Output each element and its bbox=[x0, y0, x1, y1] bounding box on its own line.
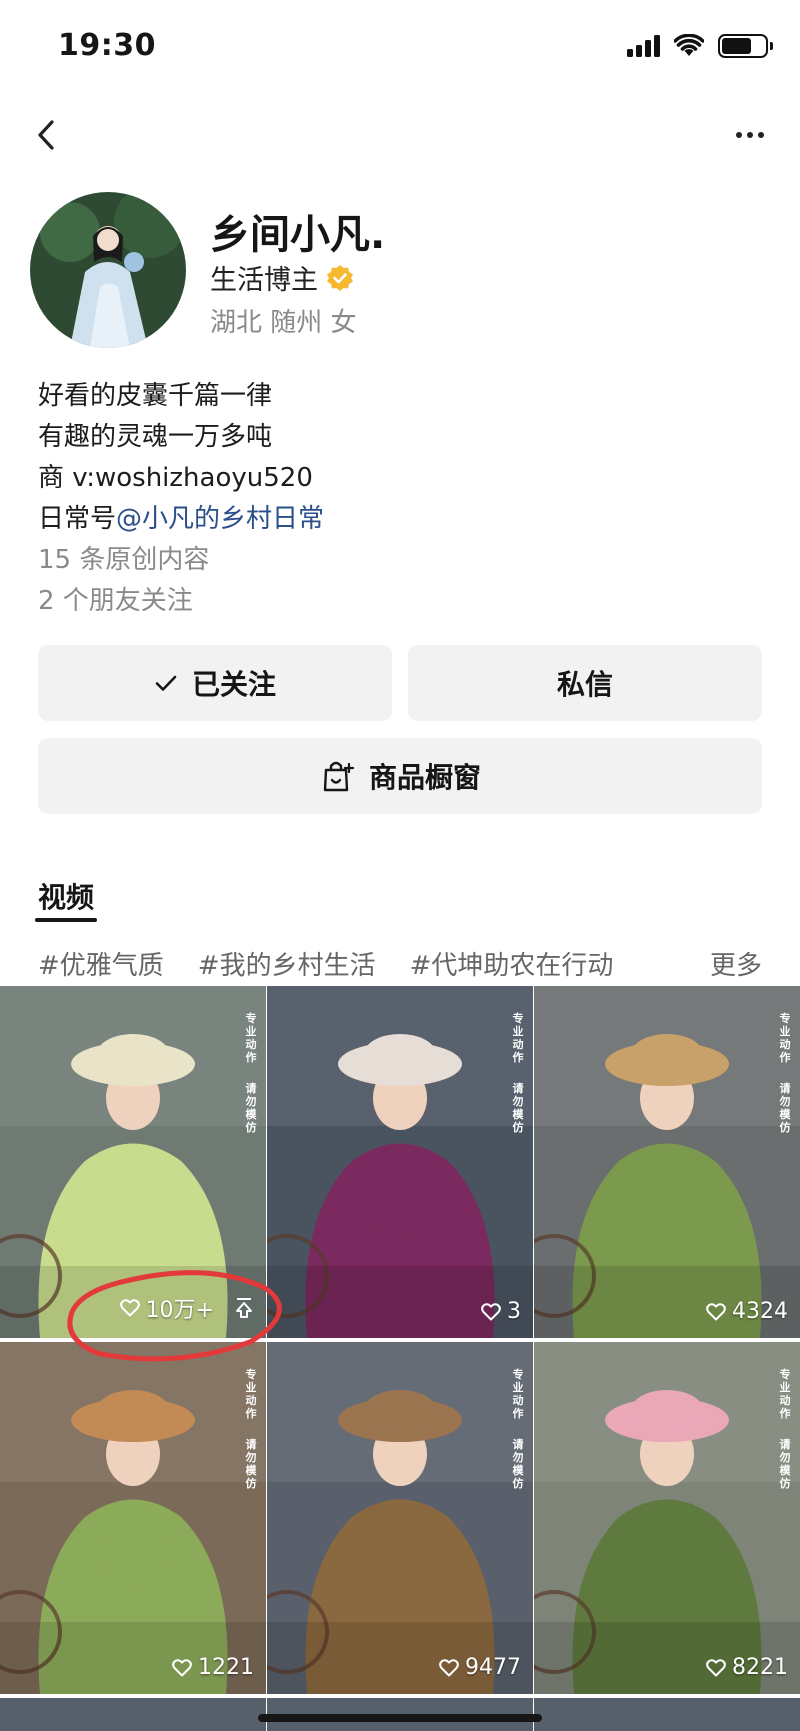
signal-icon bbox=[627, 35, 660, 57]
home-indicator bbox=[258, 1714, 542, 1722]
watermark-text: 专业动作 bbox=[245, 1012, 257, 1064]
watermark-text: 专业动作 bbox=[512, 1368, 524, 1420]
watermark-text: 专业动作 bbox=[779, 1012, 791, 1064]
wifi-icon bbox=[674, 34, 704, 56]
dot-icon bbox=[758, 132, 764, 138]
status-icons bbox=[627, 34, 773, 58]
dot-icon bbox=[747, 132, 753, 138]
bio-line: 日常号@小凡的乡村日常 bbox=[38, 499, 324, 540]
message-label: 私信 bbox=[556, 668, 613, 701]
video-cover-image bbox=[0, 1342, 266, 1694]
likes-count: 8221 bbox=[732, 1655, 788, 1680]
likes-count: 1221 bbox=[198, 1655, 254, 1680]
friends-follow-count[interactable]: 2 个朋友关注 bbox=[38, 581, 324, 622]
watermark-text: 请勿模仿 bbox=[512, 1082, 524, 1134]
bio-line: 好看的皮囊千篇一律 bbox=[38, 381, 273, 411]
original-content-count[interactable]: 15 条原创内容 bbox=[38, 540, 324, 581]
video-cover-image bbox=[267, 1342, 533, 1694]
video-cover-image bbox=[534, 1342, 800, 1694]
verified-badge-icon bbox=[327, 264, 353, 291]
video-thumbnail[interactable] bbox=[534, 1698, 800, 1731]
video-likes: 8221 bbox=[706, 1655, 788, 1680]
following-button[interactable]: 已关注 bbox=[38, 645, 392, 721]
watermark-text: 专业动作 bbox=[245, 1368, 257, 1420]
following-label: 已关注 bbox=[191, 668, 276, 701]
watermark-text: 请勿模仿 bbox=[512, 1438, 524, 1490]
video-thumbnail[interactable]: 专业动作请勿模仿 10万+ bbox=[0, 986, 266, 1338]
tab-active-indicator bbox=[35, 918, 97, 922]
product-showcase-button[interactable]: 商品橱窗 bbox=[38, 738, 762, 814]
shopping-bag-icon bbox=[323, 761, 355, 792]
message-button[interactable]: 私信 bbox=[408, 645, 762, 721]
watermark-text: 请勿模仿 bbox=[779, 1082, 791, 1134]
video-thumbnail[interactable]: 专业动作请勿模仿 9477 bbox=[267, 1342, 533, 1694]
profile-bio: 好看的皮囊千篇一律 有趣的灵魂一万多吨 商 v:woshizhaoyu520 日… bbox=[38, 376, 324, 622]
pin-top-icon bbox=[236, 1298, 252, 1318]
blogger-verification: 生活博主 bbox=[210, 258, 354, 297]
watermark-text: 专业动作 bbox=[512, 1012, 524, 1064]
heart-icon bbox=[481, 1302, 501, 1320]
profile-name: 乡间小凡. bbox=[210, 212, 386, 258]
heart-icon bbox=[706, 1302, 726, 1320]
product-showcase-label: 商品橱窗 bbox=[368, 761, 481, 794]
watermark-text: 专业动作 bbox=[779, 1368, 791, 1420]
bio-line: 商 v:woshizhaoyu520 bbox=[38, 463, 313, 493]
chevron-left-icon bbox=[38, 120, 54, 150]
avatar-image bbox=[30, 192, 186, 348]
more-options-button[interactable] bbox=[730, 120, 770, 150]
dot-icon bbox=[736, 132, 742, 138]
video-thumbnail[interactable]: 专业动作请勿模仿 3 bbox=[267, 986, 533, 1338]
video-cover-image bbox=[267, 986, 533, 1338]
video-likes: 4324 bbox=[706, 1299, 788, 1324]
likes-count: 4324 bbox=[732, 1299, 788, 1324]
watermark-text: 请勿模仿 bbox=[245, 1438, 257, 1490]
video-likes: 1221 bbox=[172, 1655, 254, 1680]
topic-tag[interactable]: #代坤助农在行动 bbox=[410, 945, 614, 982]
video-likes: 9477 bbox=[439, 1655, 521, 1680]
video-likes: 10万+ bbox=[119, 1292, 254, 1324]
topic-tag[interactable]: #优雅气质 bbox=[38, 945, 164, 982]
daily-account-link[interactable]: @小凡的乡村日常 bbox=[116, 504, 324, 534]
video-thumbnail[interactable]: 专业动作请勿模仿 4324 bbox=[534, 986, 800, 1338]
blogger-label: 生活博主 bbox=[210, 265, 318, 296]
heart-icon bbox=[172, 1658, 192, 1676]
watermark-text: 请勿模仿 bbox=[245, 1082, 257, 1134]
video-likes: 3 bbox=[481, 1299, 521, 1324]
likes-count: 10万+ bbox=[145, 1298, 214, 1323]
tab-video[interactable]: 视频 bbox=[38, 876, 94, 916]
profile-location: 湖北 随州 女 bbox=[210, 308, 357, 338]
likes-count: 9477 bbox=[465, 1655, 521, 1680]
video-thumbnail[interactable] bbox=[0, 1698, 266, 1731]
bio-line: 有趣的灵魂一万多吨 bbox=[38, 422, 273, 452]
video-thumbnail[interactable]: 专业动作请勿模仿 8221 bbox=[534, 1342, 800, 1694]
heart-icon bbox=[439, 1658, 459, 1676]
topic-tag[interactable]: #我的乡村生活 bbox=[198, 945, 376, 982]
avatar[interactable] bbox=[30, 192, 186, 348]
heart-icon bbox=[706, 1658, 726, 1676]
likes-count: 3 bbox=[507, 1299, 521, 1324]
status-bar: 19:30 bbox=[0, 0, 800, 96]
back-button[interactable] bbox=[28, 112, 68, 158]
status-time: 19:30 bbox=[58, 28, 156, 63]
video-thumbnail[interactable]: 专业动作请勿模仿 1221 bbox=[0, 1342, 266, 1694]
video-cover-image bbox=[0, 986, 266, 1338]
tags-more-button[interactable]: 更多 bbox=[710, 945, 762, 982]
bio-prefix: 日常号 bbox=[38, 504, 117, 534]
topic-tags: #优雅气质 #我的乡村生活 #代坤助农在行动 更多 bbox=[38, 938, 762, 988]
battery-icon bbox=[718, 34, 773, 58]
checkmark-icon bbox=[155, 675, 177, 691]
video-cover-image bbox=[534, 986, 800, 1338]
heart-icon bbox=[119, 1299, 140, 1317]
watermark-text: 请勿模仿 bbox=[779, 1438, 791, 1490]
